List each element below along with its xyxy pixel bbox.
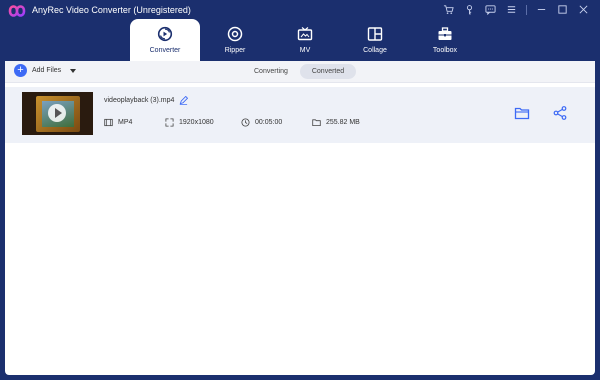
format-value: MP4 <box>118 119 133 126</box>
add-files-label: Add Files <box>32 67 62 74</box>
tab-label: Toolbox <box>432 47 458 54</box>
play-icon[interactable] <box>48 104 66 122</box>
size-info: 255.82 MB <box>312 118 360 127</box>
open-folder-button[interactable] <box>514 105 530 121</box>
format-info: MP4 <box>104 118 132 127</box>
tab-label: MV <box>299 47 311 54</box>
close-icon[interactable] <box>577 3 590 16</box>
status-toggle: Converting Converted <box>242 64 357 79</box>
main-tabs: Converter Ripper MV Collage Toolbox <box>130 19 480 61</box>
app-logo-icon <box>8 5 26 17</box>
converter-icon <box>156 25 174 43</box>
tab-toolbox[interactable]: Toolbox <box>410 19 480 61</box>
cart-icon[interactable] <box>442 3 455 16</box>
title-divider <box>526 4 527 15</box>
file-row[interactable]: videoplayback (3).mp4 MP4 1920x1080 00:0… <box>5 87 595 143</box>
add-files-button[interactable]: + Add Files <box>14 64 77 77</box>
tab-label: Collage <box>363 47 387 54</box>
size-value: 255.82 MB <box>326 119 360 126</box>
maximize-icon[interactable] <box>556 3 569 16</box>
tab-ripper[interactable]: Ripper <box>200 19 270 61</box>
tab-mv[interactable]: MV <box>270 19 340 61</box>
tab-converted[interactable]: Converted <box>299 64 357 79</box>
converter-toolbar: + Add Files Converting Converted <box>5 61 595 83</box>
tab-collage[interactable]: Collage <box>340 19 410 61</box>
video-thumbnail[interactable] <box>22 92 93 135</box>
app-window: AnyRec Video Converter (Unregistered) Co… <box>0 0 600 380</box>
clock-icon <box>241 118 250 127</box>
toolbox-icon <box>436 25 454 43</box>
menu-icon[interactable] <box>505 3 518 16</box>
duration-info: 00:05:00 <box>241 118 282 127</box>
share-icon <box>553 106 567 120</box>
minimize-icon[interactable] <box>535 3 548 16</box>
edit-icon[interactable] <box>179 96 188 105</box>
resolution-value: 1920x1080 <box>179 119 214 126</box>
converter-panel: + Add Files Converting Converted videopl… <box>5 61 595 375</box>
tab-converter[interactable]: Converter <box>130 19 200 61</box>
resize-icon <box>165 118 174 127</box>
plus-icon: + <box>14 64 27 77</box>
disc-icon <box>226 25 244 43</box>
tab-converting[interactable]: Converting <box>242 64 300 79</box>
share-button[interactable] <box>552 105 568 121</box>
tab-label: Ripper <box>224 47 246 54</box>
window-title: AnyRec Video Converter (Unregistered) <box>32 5 191 15</box>
window-controls <box>442 3 590 16</box>
tv-icon <box>296 25 314 43</box>
resolution-info: 1920x1080 <box>165 118 214 127</box>
key-icon[interactable] <box>463 3 476 16</box>
duration-value: 00:05:00 <box>255 119 283 126</box>
tab-label: Converter <box>149 47 181 54</box>
chevron-down-icon[interactable] <box>70 68 77 73</box>
folder-open-icon <box>514 107 530 120</box>
folder-icon <box>312 119 321 127</box>
collage-icon <box>366 25 384 43</box>
film-icon <box>104 118 113 127</box>
file-name: videoplayback (3).mp4 <box>104 97 175 104</box>
feedback-icon[interactable] <box>484 3 497 16</box>
